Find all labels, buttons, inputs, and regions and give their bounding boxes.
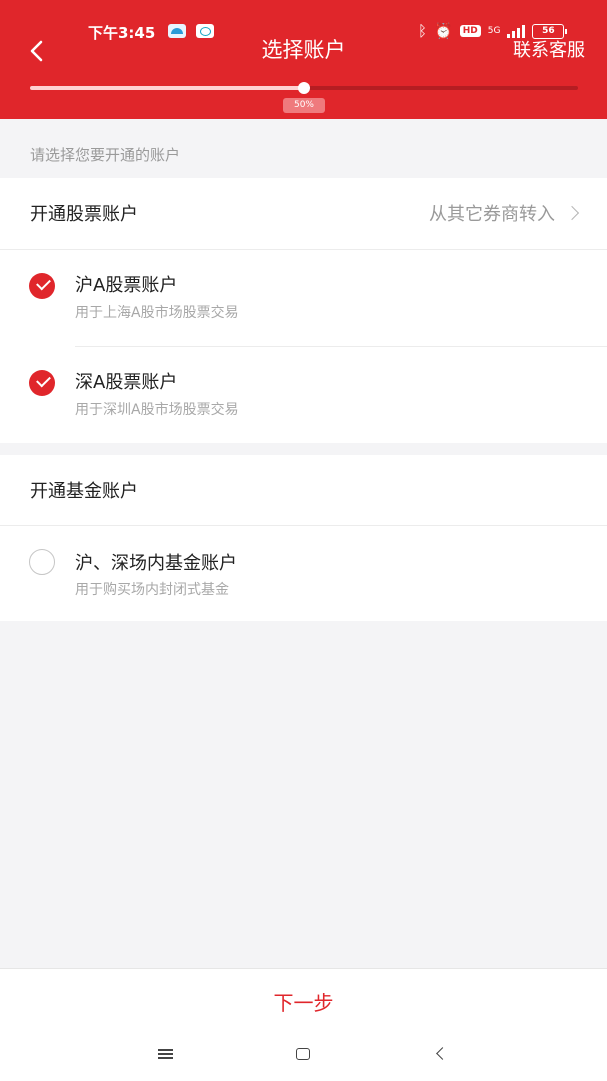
check-circle-icon[interactable]: [29, 370, 55, 396]
check-circle-icon[interactable]: [29, 273, 55, 299]
option-desc: 用于深圳A股市场股票交易: [75, 402, 239, 418]
divider: [0, 525, 607, 526]
contact-service-button[interactable]: 联系客服: [513, 36, 585, 62]
nav-menu-icon[interactable]: [158, 1049, 173, 1059]
fund-account-card: 开通基金账户 沪、深场内基金账户 用于购买场内封闭式基金: [0, 455, 607, 621]
check-circle-icon[interactable]: [29, 549, 55, 575]
bottom-bar: 下一步: [0, 968, 607, 1081]
transfer-label: 从其它券商转入: [429, 204, 555, 225]
option-desc: 用于上海A股市场股票交易: [75, 305, 239, 321]
option-title: 深A股票账户: [75, 372, 178, 393]
fund-section-title: 开通基金账户: [30, 481, 138, 502]
divider: [0, 249, 607, 250]
header: 下午3:45 ᛒ ⏰ HD 5G 56 选择账户 联系客服 50%: [0, 0, 607, 119]
progress-label: 50%: [283, 98, 325, 113]
progress-thumb: [298, 82, 310, 94]
progress-bar: [30, 82, 578, 94]
section-hint: 请选择您要开通的账户: [30, 146, 181, 164]
option-title: 沪A股票账户: [75, 275, 178, 296]
progress-fill: [30, 86, 304, 90]
stock-section-title: 开通股票账户: [30, 204, 138, 225]
option-title: 沪、深场内基金账户: [75, 553, 237, 574]
next-step-button[interactable]: 下一步: [0, 987, 607, 1016]
nav-back-icon[interactable]: [436, 1047, 449, 1060]
chevron-right-icon: [564, 205, 580, 221]
option-desc: 用于购买场内封闭式基金: [75, 582, 229, 598]
stock-account-card: 开通股票账户 从其它券商转入 沪A股票账户 用于上海A股市场股票交易 深A股票账…: [0, 178, 607, 443]
divider: [75, 346, 607, 347]
nav-home-icon[interactable]: [296, 1048, 310, 1060]
transfer-from-broker-link[interactable]: 从其它券商转入: [429, 200, 580, 226]
